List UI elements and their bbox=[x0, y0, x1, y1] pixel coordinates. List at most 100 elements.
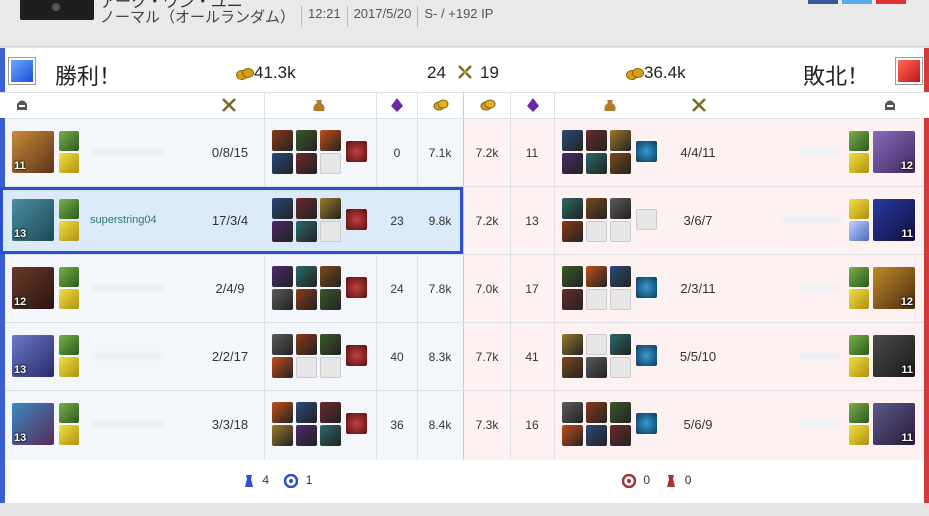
flash-spell-icon[interactable] bbox=[59, 425, 79, 445]
share-other-button[interactable] bbox=[876, 0, 906, 4]
item-icon[interactable] bbox=[586, 357, 607, 378]
empty-item-slot[interactable] bbox=[636, 209, 657, 230]
empty-item-slot[interactable] bbox=[586, 221, 607, 242]
champion-portrait[interactable]: 11 bbox=[873, 403, 915, 445]
item-icon[interactable] bbox=[562, 402, 583, 423]
item-icon[interactable] bbox=[586, 153, 607, 174]
item-icon[interactable] bbox=[562, 153, 583, 174]
trinket-icon[interactable] bbox=[636, 413, 657, 434]
item-icon[interactable] bbox=[562, 425, 583, 446]
flash-spell-icon[interactable] bbox=[849, 221, 869, 241]
item-icon[interactable] bbox=[296, 221, 317, 242]
item-icon[interactable] bbox=[296, 266, 317, 287]
summoner-spell-icon[interactable] bbox=[59, 335, 79, 355]
champion-portrait[interactable]: 13 bbox=[12, 199, 54, 241]
item-icon[interactable] bbox=[296, 198, 317, 219]
share-facebook-button[interactable] bbox=[808, 0, 838, 4]
item-icon[interactable] bbox=[320, 130, 341, 151]
player-name[interactable]: superstring04 bbox=[90, 214, 157, 226]
summoner-spell-icon[interactable] bbox=[849, 267, 869, 287]
item-icon[interactable] bbox=[586, 198, 607, 219]
item-icon[interactable] bbox=[562, 221, 583, 242]
empty-item-slot[interactable] bbox=[586, 334, 607, 355]
trinket-icon[interactable] bbox=[346, 141, 367, 162]
summoner-spell-icon[interactable] bbox=[59, 199, 79, 219]
item-icon[interactable] bbox=[610, 402, 631, 423]
trinket-icon[interactable] bbox=[636, 345, 657, 366]
champion-portrait[interactable]: 13 bbox=[12, 403, 54, 445]
flash-spell-icon[interactable] bbox=[849, 425, 869, 445]
summoner-spell-icon[interactable] bbox=[59, 403, 79, 423]
item-icon[interactable] bbox=[562, 334, 583, 355]
item-icon[interactable] bbox=[272, 266, 293, 287]
champion-portrait[interactable]: 12 bbox=[873, 131, 915, 173]
item-icon[interactable] bbox=[586, 266, 607, 287]
item-icon[interactable] bbox=[296, 402, 317, 423]
item-icon[interactable] bbox=[610, 334, 631, 355]
item-icon[interactable] bbox=[586, 402, 607, 423]
flash-spell-icon[interactable] bbox=[849, 289, 869, 309]
match-thumbnail[interactable] bbox=[20, 0, 94, 20]
champion-portrait[interactable]: 12 bbox=[12, 267, 54, 309]
empty-item-slot[interactable] bbox=[320, 153, 341, 174]
item-icon[interactable] bbox=[610, 425, 631, 446]
item-icon[interactable] bbox=[320, 198, 341, 219]
summoner-spell-icon[interactable] bbox=[59, 131, 79, 151]
share-twitter-button[interactable] bbox=[842, 0, 872, 4]
flash-spell-icon[interactable] bbox=[59, 153, 79, 173]
flash-spell-icon[interactable] bbox=[849, 357, 869, 377]
champion-portrait[interactable]: 11 bbox=[12, 131, 54, 173]
item-icon[interactable] bbox=[562, 289, 583, 310]
item-icon[interactable] bbox=[610, 266, 631, 287]
trinket-icon[interactable] bbox=[636, 277, 657, 298]
item-icon[interactable] bbox=[272, 425, 293, 446]
item-icon[interactable] bbox=[610, 198, 631, 219]
empty-item-slot[interactable] bbox=[320, 357, 341, 378]
empty-item-slot[interactable] bbox=[586, 289, 607, 310]
summoner-spell-icon[interactable] bbox=[849, 131, 869, 151]
champion-portrait[interactable]: 12 bbox=[873, 267, 915, 309]
champion-portrait[interactable]: 11 bbox=[873, 199, 915, 241]
trinket-icon[interactable] bbox=[346, 345, 367, 366]
summoner-spell-icon[interactable] bbox=[849, 403, 869, 423]
trinket-icon[interactable] bbox=[346, 209, 367, 230]
item-icon[interactable] bbox=[272, 153, 293, 174]
item-icon[interactable] bbox=[272, 289, 293, 310]
item-icon[interactable] bbox=[272, 357, 293, 378]
item-icon[interactable] bbox=[296, 153, 317, 174]
empty-item-slot[interactable] bbox=[610, 357, 631, 378]
item-icon[interactable] bbox=[272, 198, 293, 219]
item-icon[interactable] bbox=[320, 266, 341, 287]
item-icon[interactable] bbox=[272, 221, 293, 242]
flash-spell-icon[interactable] bbox=[59, 221, 79, 241]
flash-spell-icon[interactable] bbox=[59, 289, 79, 309]
item-icon[interactable] bbox=[296, 425, 317, 446]
item-icon[interactable] bbox=[272, 402, 293, 423]
item-icon[interactable] bbox=[296, 334, 317, 355]
champion-portrait[interactable]: 11 bbox=[873, 335, 915, 377]
champion-portrait[interactable]: 13 bbox=[12, 335, 54, 377]
item-icon[interactable] bbox=[320, 425, 341, 446]
item-icon[interactable] bbox=[610, 153, 631, 174]
item-icon[interactable] bbox=[562, 357, 583, 378]
item-icon[interactable] bbox=[272, 130, 293, 151]
item-icon[interactable] bbox=[562, 130, 583, 151]
item-icon[interactable] bbox=[272, 334, 293, 355]
trinket-icon[interactable] bbox=[346, 277, 367, 298]
item-icon[interactable] bbox=[586, 425, 607, 446]
empty-item-slot[interactable] bbox=[320, 221, 341, 242]
empty-item-slot[interactable] bbox=[610, 221, 631, 242]
flash-spell-icon[interactable] bbox=[849, 153, 869, 173]
summoner-spell-icon[interactable] bbox=[849, 335, 869, 355]
item-icon[interactable] bbox=[586, 130, 607, 151]
trinket-icon[interactable] bbox=[636, 141, 657, 162]
item-icon[interactable] bbox=[320, 289, 341, 310]
item-icon[interactable] bbox=[562, 266, 583, 287]
item-icon[interactable] bbox=[610, 130, 631, 151]
empty-item-slot[interactable] bbox=[610, 289, 631, 310]
flash-spell-icon[interactable] bbox=[59, 357, 79, 377]
summoner-spell-icon[interactable] bbox=[849, 199, 869, 219]
item-icon[interactable] bbox=[296, 130, 317, 151]
item-icon[interactable] bbox=[562, 198, 583, 219]
empty-item-slot[interactable] bbox=[296, 357, 317, 378]
